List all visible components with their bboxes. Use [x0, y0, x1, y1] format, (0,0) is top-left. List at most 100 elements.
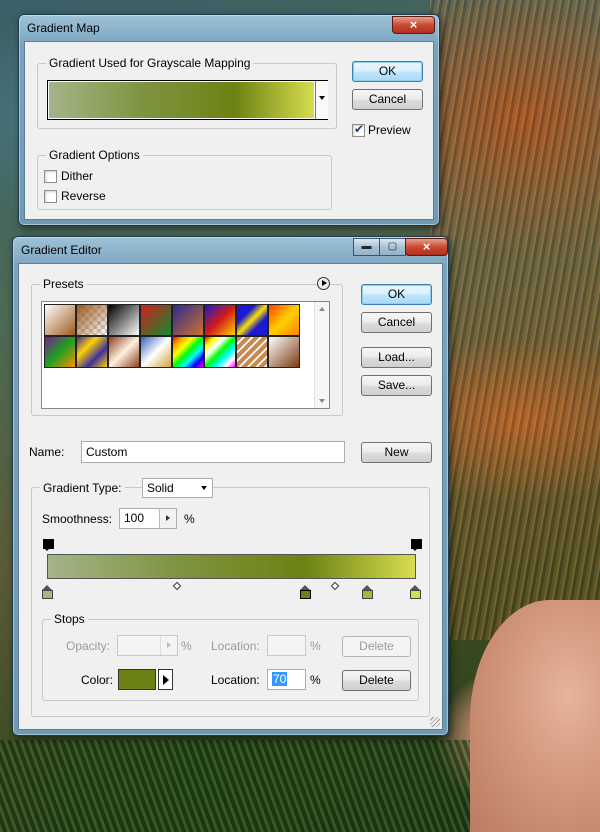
color-stop-selected[interactable]: [300, 585, 311, 599]
scroll-up-icon[interactable]: [319, 307, 325, 311]
gradient-type-select[interactable]: Solid: [142, 478, 213, 498]
close-icon: ×: [409, 17, 418, 32]
opacity-location-percent: %: [310, 639, 321, 653]
smoothness-arrow-button[interactable]: [159, 509, 176, 528]
preset-swatch[interactable]: [204, 304, 236, 336]
gradient-map-close-button[interactable]: ×: [392, 16, 435, 34]
save-label: Save...: [377, 378, 416, 392]
color-label: Color:: [81, 673, 114, 687]
preview-label: Preview: [368, 123, 411, 137]
presets-scrollbar[interactable]: [314, 302, 329, 408]
background-grass: [0, 740, 470, 832]
color-swatch[interactable]: [118, 669, 156, 690]
dither-checkbox[interactable]: [44, 170, 57, 183]
gradient-editor-window: Gradient Editor ▬ ▢ × Presets OK Cancel …: [12, 236, 449, 736]
opacity-location-input[interactable]: [267, 635, 306, 656]
name-input[interactable]: Custom: [81, 441, 345, 463]
color-location-percent: %: [310, 673, 321, 687]
stops-group: Stops Opacity: % Location: % Delete Colo…: [42, 612, 419, 701]
gradient-bar[interactable]: [47, 554, 416, 579]
gradient-group: Gradient Used for Grayscale Mapping: [37, 56, 337, 129]
preset-swatch[interactable]: [172, 336, 204, 368]
preview-checkbox[interactable]: [352, 122, 365, 137]
load-button[interactable]: Load...: [361, 347, 432, 368]
background-hair: [430, 0, 600, 640]
dither-label: Dither: [61, 169, 94, 183]
load-label: Load...: [378, 350, 415, 364]
smoothness-input[interactable]: 100: [119, 508, 177, 529]
presets-group: Presets: [31, 277, 343, 416]
preset-swatch[interactable]: [268, 304, 300, 336]
color-picker-button[interactable]: [158, 669, 173, 690]
cancel-label: Cancel: [377, 315, 416, 329]
color-stop[interactable]: [362, 585, 373, 599]
preset-swatch[interactable]: [76, 304, 108, 336]
cancel-label: Cancel: [368, 92, 407, 106]
resize-grip-icon[interactable]: [430, 717, 440, 727]
presets-grid: [44, 304, 304, 368]
midpoint-diamond[interactable]: [172, 581, 182, 591]
gradient-dropdown-button[interactable]: [315, 81, 328, 119]
ok-label: OK: [387, 287, 406, 301]
color-delete-button[interactable]: Delete: [342, 670, 411, 691]
smoothness-label: Smoothness:: [42, 512, 113, 526]
opacity-arrow-button[interactable]: [160, 636, 177, 655]
gradient-options-group: Gradient Options Dither Reverse: [37, 148, 332, 210]
preset-swatch[interactable]: [108, 304, 140, 336]
flyout-arrow-icon: [322, 280, 327, 286]
preset-swatch[interactable]: [236, 336, 268, 368]
maximize-button[interactable]: ▢: [379, 238, 406, 256]
color-stop[interactable]: [410, 585, 421, 599]
close-icon: ×: [422, 239, 431, 254]
gradient-preview[interactable]: [47, 80, 328, 120]
gradient-options-label: Gradient Options: [46, 148, 143, 162]
preset-swatch[interactable]: [140, 336, 172, 368]
opacity-delete-button[interactable]: Delete: [342, 636, 411, 657]
preset-swatch[interactable]: [204, 336, 236, 368]
reverse-label: Reverse: [61, 189, 106, 203]
preset-swatch[interactable]: [268, 336, 300, 368]
reverse-checkbox[interactable]: [44, 190, 57, 203]
gradient-type-label: Gradient Type:: [40, 481, 125, 495]
gradient-map-ok-button[interactable]: OK: [352, 61, 423, 82]
arrow-right-icon: [163, 675, 169, 685]
gradient-map-cancel-button[interactable]: Cancel: [352, 89, 423, 110]
opacity-stop-left[interactable]: [43, 539, 54, 551]
new-button[interactable]: New: [361, 442, 432, 463]
arrow-right-icon: [167, 642, 171, 648]
maximize-icon: ▢: [387, 241, 398, 252]
preset-swatch[interactable]: [44, 304, 76, 336]
preset-swatch[interactable]: [108, 336, 140, 368]
gradient-editor-close-button[interactable]: ×: [405, 238, 448, 256]
dropdown-arrow-icon: [319, 96, 325, 100]
stops-label: Stops: [51, 612, 88, 626]
midpoint-diamond[interactable]: [330, 581, 340, 591]
minimize-button[interactable]: ▬: [353, 238, 380, 256]
smoothness-value: 100: [124, 511, 145, 525]
color-location-label: Location:: [211, 673, 260, 687]
delete-label: Delete: [359, 673, 394, 687]
opacity-input[interactable]: [117, 635, 178, 656]
ok-label: OK: [378, 64, 397, 78]
presets-list: [41, 301, 330, 409]
gradient-map-client: Gradient Used for Grayscale Mapping OK C…: [24, 41, 434, 220]
gradient-editor-ok-button[interactable]: OK: [361, 284, 432, 305]
opacity-stop-right[interactable]: [411, 539, 422, 551]
gradient-editor-client: Presets OK Cancel Load... Save... Name: …: [18, 263, 443, 730]
preset-swatch[interactable]: [140, 304, 172, 336]
preset-swatch[interactable]: [44, 336, 76, 368]
preset-swatch[interactable]: [172, 304, 204, 336]
save-button[interactable]: Save...: [361, 375, 432, 396]
gradient-map-title: Gradient Map: [27, 21, 100, 35]
preset-swatch[interactable]: [76, 336, 108, 368]
color-location-input[interactable]: 70: [267, 669, 306, 690]
presets-menu-button[interactable]: [317, 277, 330, 290]
gradient-map-window: Gradient Map × Gradient Used for Graysca…: [18, 14, 440, 226]
color-stop[interactable]: [42, 585, 53, 599]
gradient-editor-cancel-button[interactable]: Cancel: [361, 312, 432, 333]
opacity-location-label: Location:: [211, 639, 260, 653]
scroll-down-icon[interactable]: [319, 399, 325, 403]
preset-swatch[interactable]: [236, 304, 268, 336]
opacity-label: Opacity:: [66, 639, 111, 653]
dropdown-arrow-icon: [201, 486, 207, 490]
